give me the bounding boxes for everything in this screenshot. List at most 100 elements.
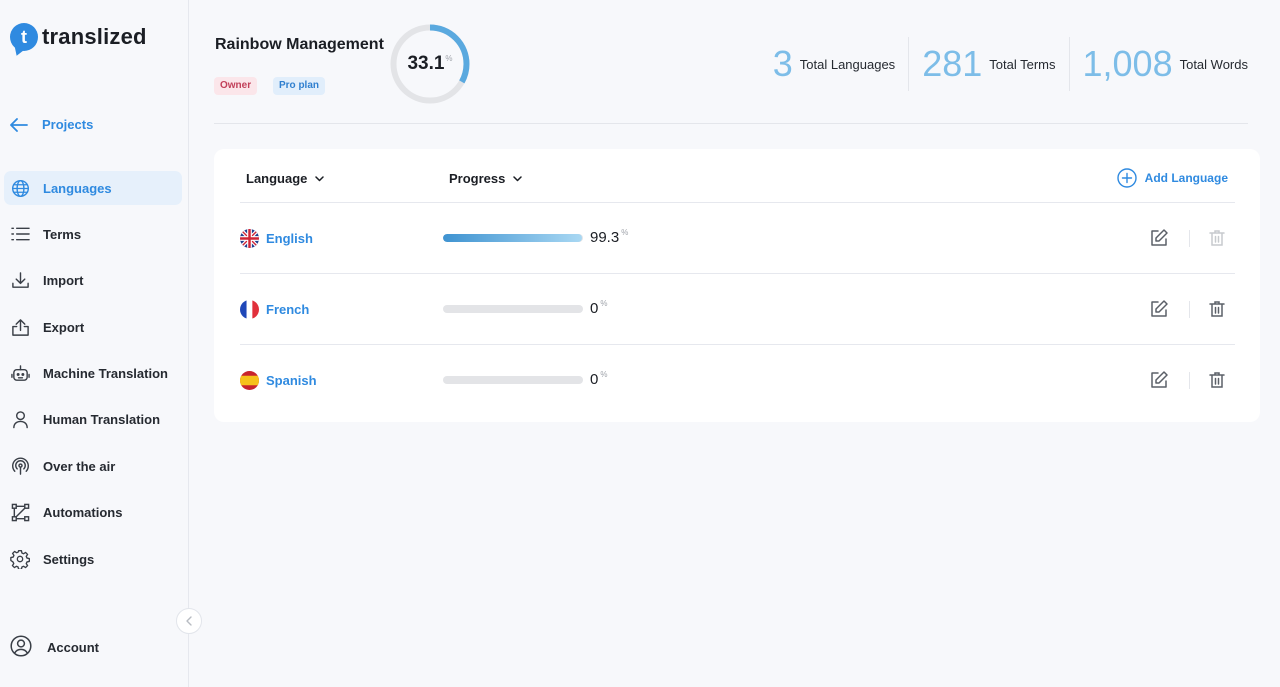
collapse-sidebar-button[interactable]: [176, 608, 202, 634]
arrow-left-icon: [10, 117, 28, 132]
stat-value: 3: [772, 43, 793, 84]
progress-bar: [443, 376, 583, 384]
delete-language-button[interactable]: [1207, 299, 1227, 319]
sidebar-item-label: Languages: [43, 180, 112, 196]
column-header-progress[interactable]: Progress: [449, 171, 523, 186]
sidebar-item-label: Machine Translation: [43, 366, 168, 382]
progress-unit: %: [600, 299, 608, 308]
column-header-language[interactable]: Language: [246, 171, 325, 186]
account-label: Account: [47, 640, 99, 655]
action-separator: [1189, 372, 1190, 389]
add-language-button[interactable]: Add Language: [1116, 168, 1228, 188]
language-name: French: [266, 302, 310, 317]
sidebar-item-label: Import: [43, 273, 84, 289]
progress-number: 0: [590, 300, 599, 317]
progress-fill: [443, 234, 583, 242]
chevron-left-icon: [186, 616, 192, 626]
france-flag-icon: [240, 300, 259, 319]
logo-mark-icon: t: [10, 23, 38, 51]
sidebar-item-export[interactable]: Export: [4, 310, 182, 344]
stat-label: Total Terms: [989, 56, 1056, 72]
progress-value: 0 %: [590, 370, 608, 388]
action-separator: [1189, 230, 1190, 247]
trash-icon: [1209, 301, 1225, 317]
edit-language-button[interactable]: [1149, 299, 1169, 319]
languages-table: Language Progress Add Language English 9…: [214, 149, 1260, 422]
language-link-spanish[interactable]: Spanish: [240, 371, 317, 390]
sidebar-item-settings[interactable]: Settings: [4, 542, 182, 576]
chevron-down-icon: [513, 175, 523, 181]
edit-language-button[interactable]: [1149, 228, 1169, 248]
app-name: translized: [42, 24, 147, 49]
stat-total-languages: 3 Total Languages: [760, 37, 908, 91]
progress-number: 99.3: [590, 229, 620, 246]
account-link[interactable]: Account: [10, 635, 99, 660]
action-separator: [1189, 301, 1190, 318]
progress-bar: [443, 234, 583, 242]
gear-icon: [10, 549, 30, 570]
sidebar-item-label: Export: [43, 319, 85, 335]
list-icon: [10, 224, 30, 244]
broadcast-icon: [10, 456, 30, 476]
back-label: Projects: [42, 117, 94, 132]
table-row: French 0 %: [240, 273, 1235, 344]
sidebar-item-machine-translation[interactable]: Machine Translation: [4, 357, 182, 391]
spain-flag-icon: [240, 371, 259, 390]
sidebar-item-label: Human Translation: [43, 412, 161, 428]
owner-badge: Owner: [214, 77, 258, 95]
sidebar-item-automations[interactable]: Automations: [4, 496, 182, 530]
language-name: English: [266, 231, 313, 246]
stat-label: Total Words: [1179, 56, 1248, 72]
stat-value: 281: [922, 43, 983, 84]
language-name: Spanish: [266, 373, 317, 388]
robot-icon: [10, 364, 30, 384]
person-icon: [10, 410, 30, 430]
download-icon: [10, 271, 30, 291]
sidebar-item-label: Settings: [43, 551, 95, 567]
sidebar-item-label: Over the air: [43, 458, 116, 474]
sidebar-item-languages[interactable]: Languages: [4, 171, 182, 205]
sidebar-item-import[interactable]: Import: [4, 264, 182, 298]
globe-icon: [10, 178, 30, 198]
uk-flag-icon: [240, 229, 259, 248]
column-header-label: Language: [246, 171, 308, 186]
sidebar-item-terms[interactable]: Terms: [4, 217, 182, 251]
sidebar: t translized Projects Languages Terms Im…: [0, 0, 189, 687]
delete-language-button[interactable]: [1207, 228, 1227, 248]
chevron-down-icon: [315, 175, 325, 181]
project-progress-value: 33.1 %: [389, 23, 471, 105]
plus-circle-icon: [1116, 168, 1137, 188]
stat-value: 1,008: [1082, 43, 1173, 84]
workflow-icon: [10, 503, 30, 523]
header-divider: [214, 123, 1248, 124]
language-link-french[interactable]: French: [240, 300, 309, 319]
column-header-label: Progress: [449, 171, 506, 186]
edit-language-button[interactable]: [1149, 370, 1169, 390]
edit-icon: [1151, 300, 1168, 317]
account-circle-icon: [10, 635, 32, 660]
table-row: English 99.3 %: [240, 202, 1235, 273]
stat-total-words: 1,008 Total Words: [1068, 37, 1248, 91]
language-link-english[interactable]: English: [240, 229, 313, 248]
sidebar-item-over-the-air[interactable]: Over the air: [4, 449, 182, 483]
edit-icon: [1151, 371, 1168, 388]
progress-bar: [443, 305, 583, 313]
progress-number: 33.1: [407, 53, 445, 74]
stat-label: Total Languages: [799, 56, 896, 72]
stat-total-terms: 281 Total Terms: [908, 37, 1068, 91]
progress-unit: %: [445, 53, 453, 63]
upload-icon: [10, 317, 30, 337]
progress-value: 99.3 %: [590, 228, 629, 246]
plan-badge: Pro plan: [273, 77, 326, 95]
progress-value: 0 %: [590, 299, 608, 317]
sidebar-item-human-translation[interactable]: Human Translation: [4, 403, 182, 437]
progress-unit: %: [600, 370, 608, 379]
project-stats: 3 Total Languages 281 Total Terms 1,008 …: [760, 37, 1248, 91]
back-to-projects-link[interactable]: Projects: [10, 117, 93, 132]
sidebar-item-label: Automations: [43, 505, 123, 521]
trash-icon: [1209, 372, 1225, 388]
progress-number: 0: [590, 371, 599, 388]
delete-language-button[interactable]: [1207, 370, 1227, 390]
progress-unit: %: [621, 228, 629, 237]
app-logo[interactable]: t translized: [10, 23, 147, 51]
